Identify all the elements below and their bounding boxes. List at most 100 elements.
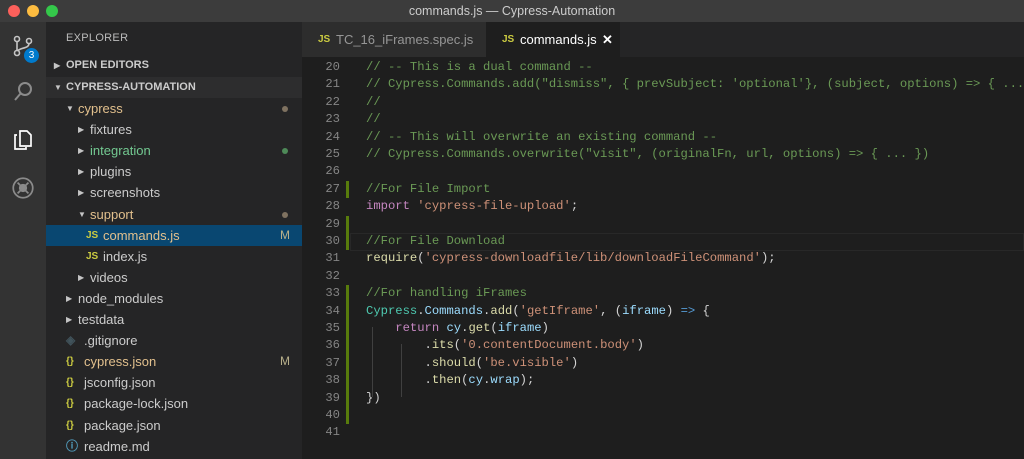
tree-item-node-modules[interactable]: ▶ node_modules [46,288,302,309]
tree-item-videos[interactable]: ▶ videos [46,267,302,288]
tree-item-cypress[interactable]: ▼ cypress [46,98,302,119]
debug-icon[interactable] [0,168,46,208]
code-token: ( [417,251,425,266]
explorer-files-icon[interactable] [0,120,46,160]
code-token: 'cypress-downloadfile/lib/downloadFileCo… [424,251,761,266]
tree-item-label: fixtures [90,122,132,138]
tree-item-package-lock-json[interactable]: {} package-lock.json [46,393,302,414]
tab-label: commands.js [520,32,597,47]
code-line: 40 [302,407,1024,425]
tab-tc16-iframes-spec[interactable]: JS TC_16_iFrames.spec.js [302,22,486,57]
tree-item-commands-js[interactable]: JS commands.js M [46,224,302,246]
code-line: 37 .should('be.visible') [302,354,1024,373]
tab-bar: JS TC_16_iFrames.spec.js JS commands.js … [302,22,1024,57]
line-number: 26 [325,164,340,179]
tree-item-fixtures[interactable]: ▶ fixtures [46,119,302,140]
tree-item-integration[interactable]: ▶ integration [46,140,302,161]
chevron-right-icon: ▶ [78,167,85,177]
code-text: .its('0.contentDocument.body') [366,337,644,354]
tree-item-label: readme.md [84,438,150,454]
code-token: should [431,355,476,370]
tree-item-testdata[interactable]: ▶ testdata [46,309,302,330]
indent-guide [401,344,402,397]
code-line: 34 Cypress.Commands.add('getIframe', (ifr… [302,302,1024,320]
code-text: //For File Import [366,181,490,198]
project-section[interactable]: ▼ CYPRESS-AUTOMATION [46,77,302,98]
code-token: Commands [424,303,484,318]
code-token: . [417,303,425,318]
line-number: 29 [325,216,340,231]
tree-item-support[interactable]: ▼ support [46,204,302,225]
line-number: 38 [325,373,340,388]
code-token: // -- This will overwrite an existing co… [366,129,718,144]
line-number: 41 [325,425,340,440]
code-token: its [431,338,454,353]
json-file-icon: {} [66,356,74,368]
tree-item-index-js[interactable]: JS index.js [46,246,302,267]
tree-item-screenshots[interactable]: ▶ screenshots [46,182,302,203]
tree-item-label: package.json [84,417,161,433]
tree-item-package-json[interactable]: {} package.json [46,415,302,436]
code-text: // Cypress.Commands.overwrite("visit", (… [366,146,929,163]
project-label: CYPRESS-AUTOMATION [66,81,196,93]
chevron-right-icon: ▶ [66,315,73,324]
git-file-icon: ◈ [66,333,76,348]
chevron-down-icon: ▼ [78,209,86,219]
code-line: 41 [302,424,1024,441]
line-number: 23 [325,112,340,127]
code-text: return cy.get(iframe) [366,320,549,337]
tree-item-label: plugins [90,164,132,180]
info-icon: ⓘ [66,438,79,453]
chevron-right-icon: ▶ [66,293,73,303]
js-file-icon: JS [86,229,99,241]
tree-item-plugins[interactable]: ▶ plugins [46,161,302,182]
line-number: 34 [325,303,340,318]
code-line: 20 // -- This is a dual command -- [302,59,1024,76]
code-line: 23 // [302,111,1024,128]
code-token: ) [665,303,681,318]
code-text: Cypress.Commands.add('getIframe', (ifram… [366,303,710,320]
close-icon[interactable]: ✕ [602,22,613,57]
tree-item-gitignore[interactable]: ◈ .gitignore [46,330,302,351]
tree-item-label: testdata [78,312,125,327]
line-number: 33 [325,286,340,301]
code-line: 35 return cy.get(iframe) [302,320,1024,338]
line-number: 35 [325,321,340,335]
tree-item-jsconfig-json[interactable]: {} jsconfig.json [46,372,302,393]
tab-commands-js[interactable]: JS commands.js ✕ [486,22,620,57]
window-title: commands.js — Cypress-Automation [408,4,616,18]
tree-item-label: node_modules [78,290,164,306]
line-number: 31 [325,251,340,266]
tree-item-readme-md[interactable]: ⓘ readme.md [46,436,302,457]
tree-item-label: cypress [78,101,123,116]
line-number: 22 [325,94,340,109]
code-text: // -- This will overwrite an existing co… [366,129,717,146]
tree-item-label: cypress.json [84,354,157,370]
code-token: Cypress [366,303,418,318]
code-token: 'be.visible' [483,355,571,370]
code-text: //For handling iFrames [366,285,527,302]
tree-item-label: support [90,206,134,222]
code-editor[interactable]: 20 // -- This is a dual command -- 21 // Cy… [302,57,1024,459]
code-token: ); [519,373,535,388]
open-editors-section[interactable]: ▶ OPEN EDITORS [46,55,302,76]
chevron-down-icon: ▼ [54,83,62,92]
activity-bar: 3 [0,22,46,459]
git-added-marker [346,389,349,407]
tree-item-cypress-json[interactable]: {} cypress.json M [46,351,302,372]
code-token: ( [490,321,498,335]
code-token: // -- This is a dual command -- [366,60,593,74]
search-icon[interactable] [0,72,46,112]
chevron-right-icon: ▶ [78,125,85,135]
source-control-icon[interactable]: 3 [0,26,46,66]
modified-dot [282,148,288,155]
js-file-icon: JS [502,34,515,45]
code-text: .should('be.visible') [366,355,579,372]
code-token: get [468,321,491,335]
indent-guide [372,327,373,397]
code-line: 21 // Cypress.Commands.add("dismiss", { p… [302,76,1024,93]
code-line: 22 // [302,94,1024,111]
code-token: iframe [497,321,542,335]
code-token: '0.contentDocument.body' [461,338,637,353]
